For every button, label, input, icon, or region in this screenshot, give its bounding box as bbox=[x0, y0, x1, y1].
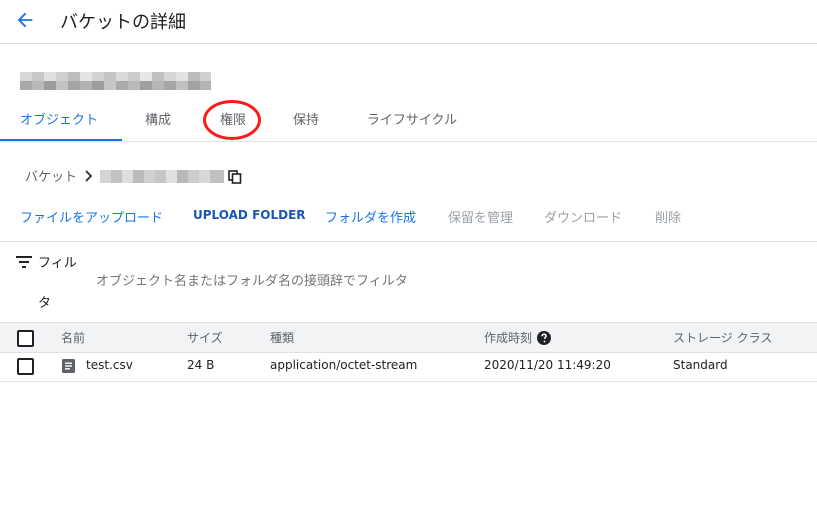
file-size: 24 B bbox=[187, 358, 215, 372]
annotation-circle bbox=[203, 100, 261, 140]
file-type: application/octet-stream bbox=[270, 358, 418, 372]
file-created: 2020/11/20 11:49:20 bbox=[484, 358, 611, 372]
tab-lifecycle[interactable]: ライフサイクル bbox=[352, 100, 472, 141]
filter-label-wrap: タ bbox=[38, 296, 52, 311]
file-icon bbox=[62, 359, 75, 373]
filter-list-icon bbox=[16, 256, 32, 268]
column-header-size[interactable]: サイズ bbox=[187, 329, 223, 346]
tab-bar: オブジェクト 構成 権限 保持 ライフサイクル bbox=[0, 100, 817, 142]
table-header: 名前 サイズ 種類 作成時刻 ストレージ クラス bbox=[0, 322, 817, 353]
column-header-type[interactable]: 種類 bbox=[270, 329, 294, 346]
select-all-checkbox[interactable] bbox=[17, 330, 34, 347]
redacted-bucket-name bbox=[20, 72, 211, 90]
column-header-created[interactable]: 作成時刻 bbox=[484, 329, 532, 346]
file-storage-class: Standard bbox=[673, 358, 728, 372]
arrow-back-icon[interactable] bbox=[14, 9, 36, 31]
upload-folder-button[interactable]: UPLOAD FOLDER bbox=[193, 208, 306, 222]
manage-holds-button[interactable]: 保留を管理 bbox=[448, 207, 513, 226]
page-title: バケットの詳細 bbox=[60, 12, 186, 33]
upload-files-button[interactable]: ファイルをアップロード bbox=[20, 207, 163, 226]
row-checkbox[interactable] bbox=[17, 358, 34, 375]
tab-configuration[interactable]: 構成 bbox=[130, 100, 186, 141]
copy-icon[interactable] bbox=[228, 170, 242, 184]
breadcrumb-bucket[interactable]: バケット bbox=[25, 166, 77, 185]
download-button[interactable]: ダウンロード bbox=[544, 207, 622, 226]
redacted-bucket-path bbox=[100, 170, 224, 183]
active-tab-indicator bbox=[0, 139, 122, 141]
file-name-link[interactable]: test.csv bbox=[86, 358, 133, 372]
tab-retention[interactable]: 保持 bbox=[278, 100, 334, 141]
create-folder-button[interactable]: フォルダを作成 bbox=[325, 207, 416, 226]
divider bbox=[0, 241, 817, 242]
tab-objects[interactable]: オブジェクト bbox=[0, 100, 118, 141]
delete-button[interactable]: 削除 bbox=[655, 207, 681, 226]
column-header-storage-class[interactable]: ストレージ クラス bbox=[673, 329, 772, 346]
chevron-right-icon bbox=[85, 170, 93, 182]
filter-input[interactable] bbox=[96, 270, 496, 292]
filter-label: フィル bbox=[38, 256, 77, 271]
column-header-name[interactable]: 名前 bbox=[61, 329, 85, 346]
help-icon[interactable] bbox=[537, 331, 551, 345]
top-header: バケットの詳細 bbox=[0, 0, 817, 44]
table-row: test.csv 24 B application/octet-stream 2… bbox=[0, 351, 817, 382]
